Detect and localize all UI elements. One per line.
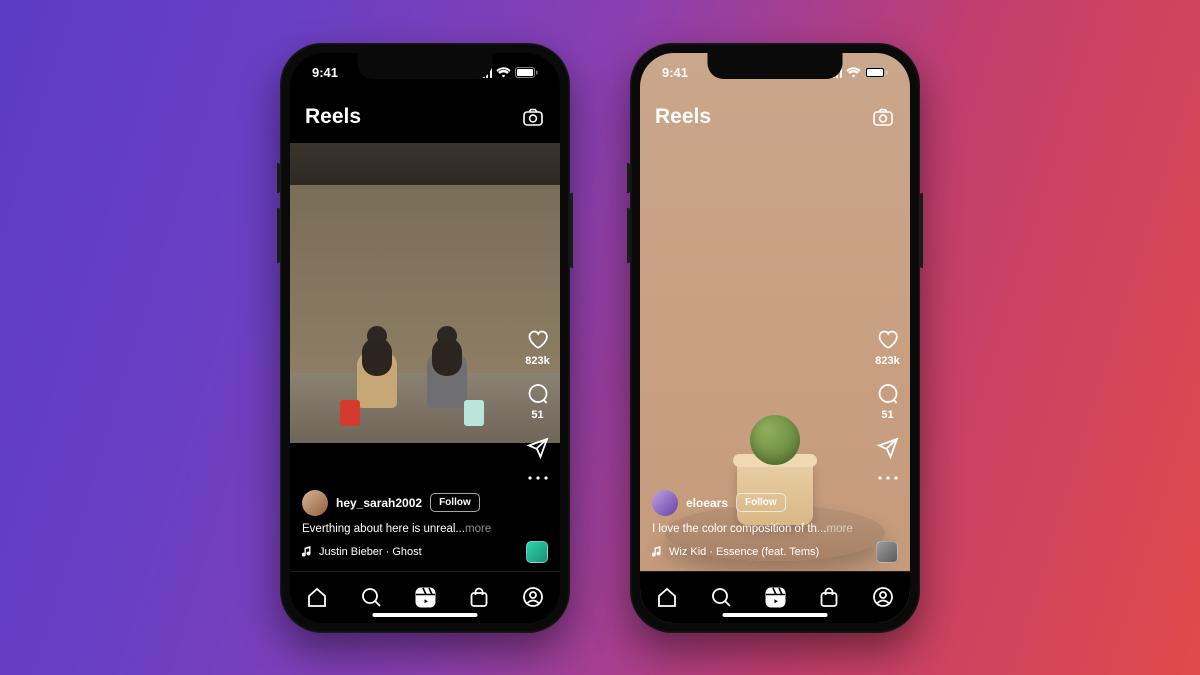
share-button[interactable]	[876, 436, 900, 460]
user-row: hey_sarah2002 Follow	[302, 490, 548, 516]
status-time: 9:41	[312, 65, 338, 80]
like-button[interactable]: 823k	[525, 327, 550, 367]
comment-button[interactable]: 51	[876, 382, 900, 421]
username[interactable]: eloears	[686, 496, 728, 510]
camera-button[interactable]	[871, 105, 895, 129]
page-title: Reels	[655, 105, 711, 129]
more-button[interactable]	[877, 475, 899, 481]
battery-icon	[865, 67, 888, 78]
comment-button[interactable]: 51	[526, 382, 550, 421]
nav-reels[interactable]	[413, 585, 437, 609]
username[interactable]: hey_sarah2002	[336, 496, 422, 510]
music-note-icon	[652, 546, 663, 557]
caption-text: Everthing about here is unreal...	[302, 523, 465, 535]
action-rail: 823k 51	[525, 327, 550, 481]
avatar[interactable]	[302, 490, 328, 516]
phone-mockup-left: 9:41 Reels 823k	[280, 43, 570, 633]
home-indicator[interactable]	[373, 613, 478, 617]
caption-more[interactable]: more	[465, 523, 491, 535]
caption[interactable]: I love the color composition of th...mor…	[652, 523, 898, 535]
wifi-icon	[846, 67, 861, 78]
phone-side-button	[920, 193, 923, 268]
status-time: 9:41	[662, 65, 688, 80]
nav-shop[interactable]	[817, 585, 841, 609]
reel-info: hey_sarah2002 Follow Everthing about her…	[302, 490, 548, 563]
action-rail: 823k 51	[875, 327, 900, 481]
phone-screen: 9:41 Reels 823k	[640, 53, 910, 623]
reels-header: Reels	[640, 97, 910, 137]
cactus-plant	[750, 415, 800, 465]
avatar[interactable]	[652, 490, 678, 516]
nav-shop[interactable]	[467, 585, 491, 609]
share-button[interactable]	[526, 436, 550, 460]
comment-count: 51	[881, 409, 893, 421]
nav-home[interactable]	[305, 585, 329, 609]
like-count: 823k	[875, 355, 899, 367]
nav-reels[interactable]	[763, 585, 787, 609]
audio-text: Justin Bieber · Ghost	[319, 546, 422, 558]
nav-home[interactable]	[655, 585, 679, 609]
like-count: 823k	[525, 355, 549, 367]
audio-thumbnail[interactable]	[876, 541, 898, 563]
caption-text: I love the color composition of th...	[652, 523, 827, 535]
like-button[interactable]: 823k	[875, 327, 900, 367]
audio-attribution[interactable]: Justin Bieber · Ghost	[302, 546, 422, 558]
comment-count: 51	[531, 409, 543, 421]
battery-icon	[515, 67, 538, 78]
follow-button[interactable]: Follow	[430, 493, 480, 512]
audio-attribution[interactable]: Wiz Kid · Essence (feat. Tems)	[652, 546, 819, 558]
more-button[interactable]	[527, 475, 549, 481]
wifi-icon	[496, 67, 511, 78]
phone-mockup-right: 9:41 Reels 823k	[630, 43, 920, 633]
caption-more[interactable]: more	[827, 523, 853, 535]
audio-text: Wiz Kid · Essence (feat. Tems)	[669, 546, 819, 558]
camera-button[interactable]	[521, 105, 545, 129]
page-title: Reels	[305, 105, 361, 129]
nav-search[interactable]	[709, 585, 733, 609]
audio-thumbnail[interactable]	[526, 541, 548, 563]
phone-notch	[358, 53, 493, 79]
nav-profile[interactable]	[521, 585, 545, 609]
music-note-icon	[302, 546, 313, 557]
follow-button[interactable]: Follow	[736, 493, 786, 512]
phone-screen: 9:41 Reels 823k	[290, 53, 560, 623]
reel-image-shoppers	[290, 143, 560, 443]
home-indicator[interactable]	[723, 613, 828, 617]
phone-side-button	[570, 193, 573, 268]
nav-search[interactable]	[359, 585, 383, 609]
nav-profile[interactable]	[871, 585, 895, 609]
caption[interactable]: Everthing about here is unreal...more	[302, 523, 548, 535]
phone-notch	[708, 53, 843, 79]
reel-info: eloears Follow I love the color composit…	[652, 490, 898, 563]
reels-header: Reels	[290, 97, 560, 137]
user-row: eloears Follow	[652, 490, 898, 516]
